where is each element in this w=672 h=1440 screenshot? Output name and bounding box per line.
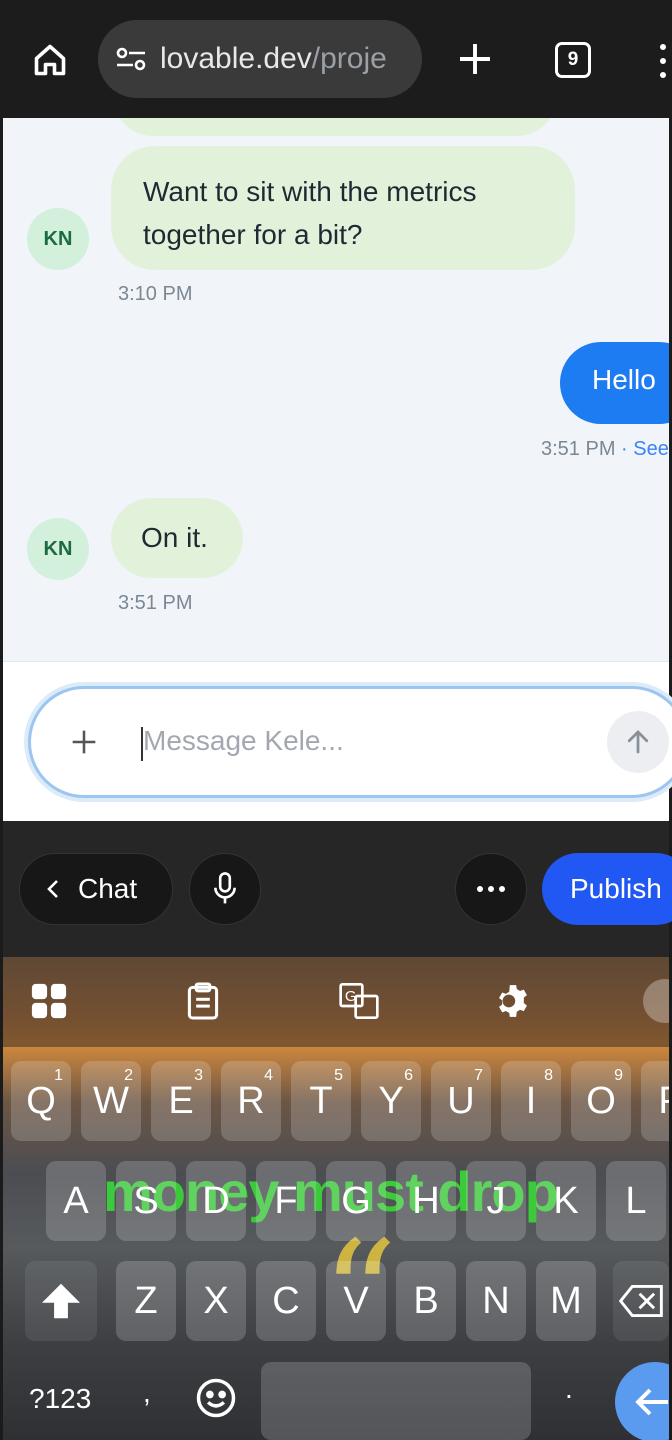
emoji-icon <box>196 1378 236 1418</box>
key-s[interactable]: S <box>116 1161 176 1241</box>
chat-button[interactable]: Chat <box>19 853 173 925</box>
more-options-button[interactable] <box>455 853 527 925</box>
message-time-status: 3:51 PM · See <box>541 438 669 461</box>
avatar: KN <box>27 208 89 270</box>
microphone-icon <box>214 872 236 904</box>
send-button[interactable] <box>607 711 669 773</box>
tab-count: 9 <box>567 49 579 70</box>
key-o[interactable]: O9 <box>571 1061 631 1141</box>
incoming-message: Want to sit with the metrics together fo… <box>111 146 575 270</box>
clipboard-icon[interactable] <box>183 981 223 1021</box>
key-w[interactable]: W2 <box>81 1061 141 1141</box>
key-m[interactable]: M <box>536 1261 596 1341</box>
key-h[interactable]: H <box>396 1161 456 1241</box>
shift-arrow-icon <box>42 1283 80 1319</box>
key-row-2: A S D F G H J K L <box>3 1161 669 1241</box>
comma-key[interactable]: , <box>143 1377 151 1409</box>
backspace-key[interactable] <box>613 1261 669 1341</box>
key-z[interactable]: Z <box>116 1261 176 1341</box>
url-host: lovable.dev <box>160 42 312 75</box>
key-n[interactable]: N <box>466 1261 526 1341</box>
svg-text:G: G <box>345 988 357 1005</box>
chat-messages[interactable]: KN Want to sit with the metrics together… <box>3 118 669 661</box>
key-y[interactable]: Y6 <box>361 1061 421 1141</box>
site-settings-icon[interactable] <box>114 42 148 76</box>
enter-arrow-icon <box>635 1388 668 1416</box>
message-time: 3:51 PM <box>118 592 193 614</box>
more-menu-icon[interactable] <box>660 44 668 78</box>
key-e[interactable]: E3 <box>151 1061 211 1141</box>
add-attachment-icon[interactable] <box>67 725 101 759</box>
key-b[interactable]: B <box>396 1261 456 1341</box>
microphone-button[interactable] <box>189 853 261 925</box>
key-l[interactable]: L <box>606 1161 666 1241</box>
key-row-3: Z X C V B N M <box>3 1261 669 1341</box>
period-key[interactable]: . <box>565 1373 573 1405</box>
key-g[interactable]: G <box>326 1161 386 1241</box>
apps-grid-icon[interactable] <box>29 981 69 1021</box>
url-text: lovable.dev/proje <box>160 42 387 76</box>
tab-switcher-button[interactable]: 9 <box>555 42 591 78</box>
outgoing-message: Hello <box>560 342 669 424</box>
composer-bar: Message Kele... <box>3 661 672 821</box>
space-bar[interactable] <box>261 1362 531 1440</box>
enter-key[interactable] <box>615 1362 669 1440</box>
key-p[interactable]: P0 <box>641 1061 669 1141</box>
avatar: KN <box>27 518 89 580</box>
key-q[interactable]: Q1 <box>11 1061 71 1141</box>
chat-button-label: Chat <box>78 873 138 904</box>
key-k[interactable]: K <box>536 1161 596 1241</box>
keyboard-toolbar: G <box>3 957 669 1047</box>
key-x[interactable]: X <box>186 1261 246 1341</box>
key-t[interactable]: T5 <box>291 1061 351 1141</box>
seen-status: · See <box>621 438 669 460</box>
key-v[interactable]: V <box>326 1261 386 1341</box>
new-tab-icon[interactable] <box>452 36 498 82</box>
key-u[interactable]: U7 <box>431 1061 491 1141</box>
message-input-box[interactable]: Message Kele... <box>28 686 672 798</box>
message-input-placeholder[interactable]: Message Kele... <box>143 725 344 757</box>
key-a[interactable]: A <box>46 1161 106 1241</box>
browser-toolbar: lovable.dev/proje 9 <box>0 0 672 118</box>
message-time: 3:10 PM <box>118 283 193 305</box>
key-c[interactable]: C <box>256 1261 316 1341</box>
key-r[interactable]: R4 <box>221 1061 281 1141</box>
previous-message-bubble <box>113 118 557 136</box>
shift-key[interactable] <box>25 1261 97 1341</box>
key-row-1: Q1 W2 E3 R4 T5 Y6 U7 I8 O9 P0 <box>3 1061 669 1141</box>
incoming-message: On it. <box>111 498 243 578</box>
message-time: 3:51 PM <box>541 438 616 460</box>
symbols-key[interactable]: ?123 <box>29 1383 91 1415</box>
url-path: /proje <box>311 42 387 75</box>
publish-button[interactable]: Publish <box>542 853 672 925</box>
key-f[interactable]: F <box>256 1161 316 1241</box>
address-bar[interactable]: lovable.dev/proje <box>98 20 422 98</box>
editor-toolbar: Chat Publish <box>3 821 672 957</box>
on-screen-keyboard: G money must drop “ Q1 W2 E3 R4 T5 Y6 U7… <box>3 957 669 1440</box>
chevron-left-icon <box>46 878 60 900</box>
translate-icon[interactable]: G <box>339 981 379 1021</box>
voice-input-icon[interactable] <box>635 979 669 1023</box>
emoji-key[interactable] <box>195 1377 239 1421</box>
key-j[interactable]: J <box>466 1161 526 1241</box>
key-d[interactable]: D <box>186 1161 246 1241</box>
key-i[interactable]: I8 <box>501 1061 561 1141</box>
settings-gear-icon[interactable] <box>493 981 533 1021</box>
home-icon[interactable] <box>30 40 70 80</box>
backspace-icon <box>619 1285 663 1317</box>
